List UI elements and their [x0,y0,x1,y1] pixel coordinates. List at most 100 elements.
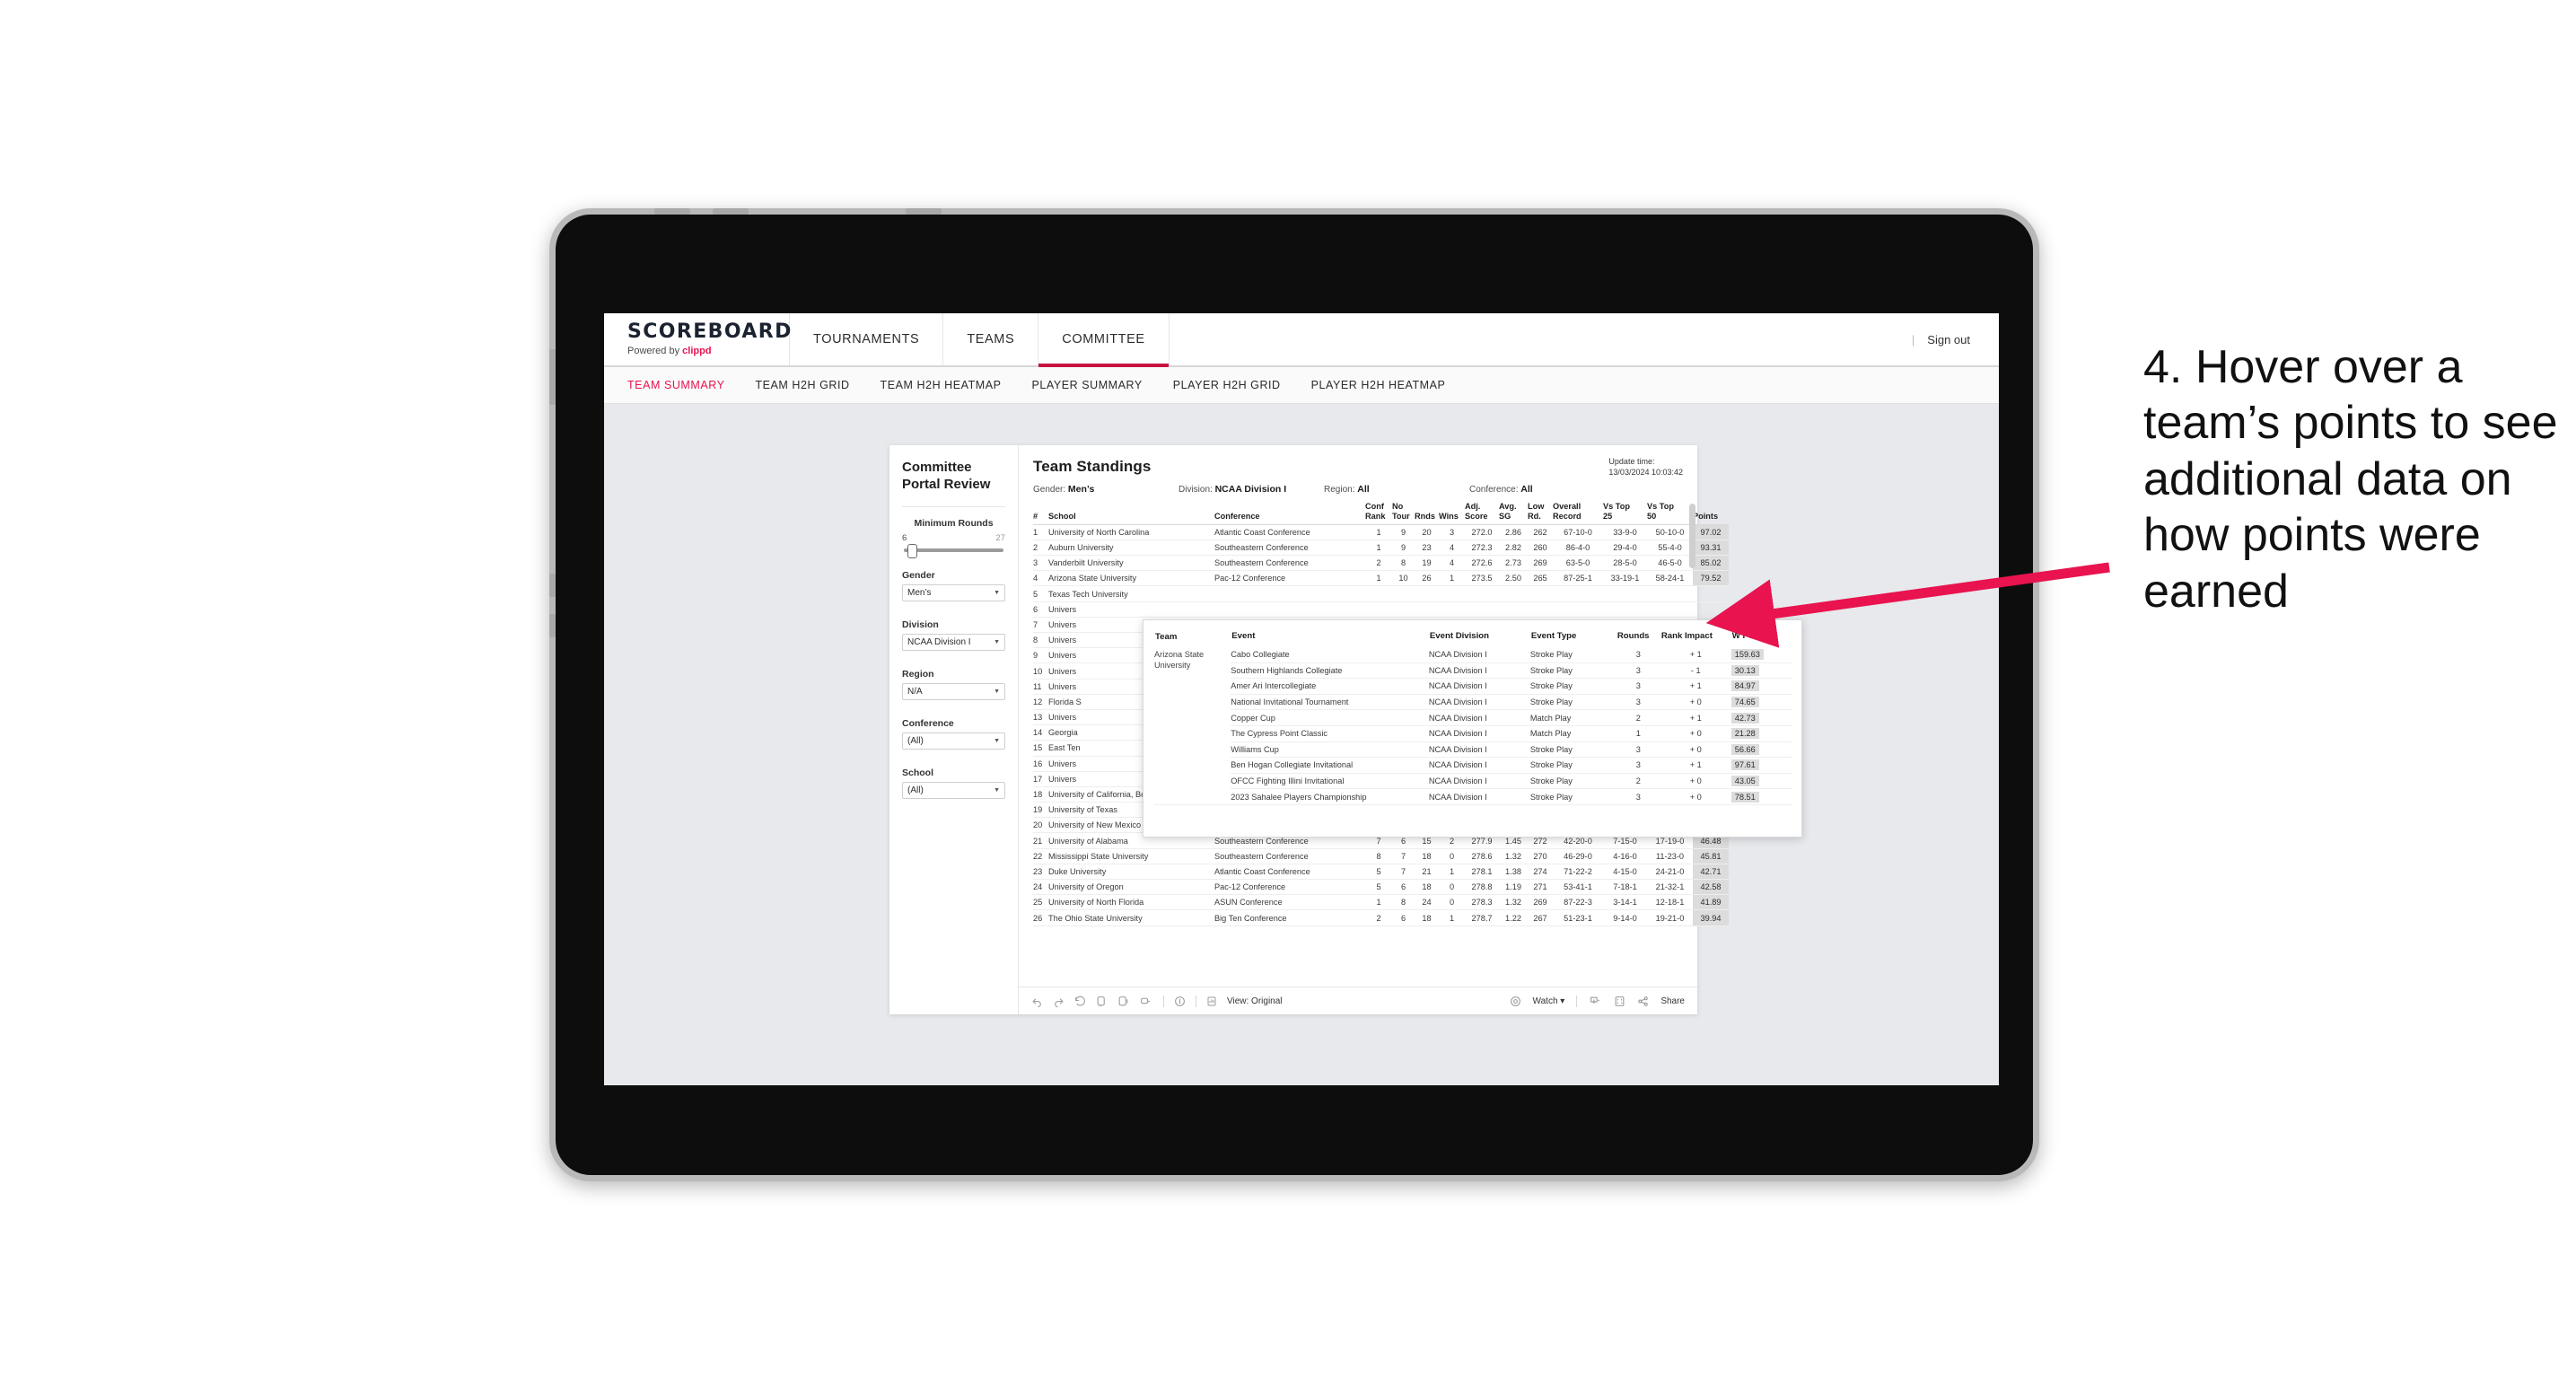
col-no-tour[interactable]: No Tour [1392,502,1415,524]
col-wins[interactable]: Wins [1439,502,1465,524]
watch-icon[interactable] [1510,996,1521,1007]
cell-low_rd: 269 [1528,894,1553,911]
cell-points[interactable]: 45.81 [1693,848,1729,864]
device-side-button-1 [549,349,556,405]
device-side-button-2 [549,574,556,597]
pause-updates-icon[interactable] [1117,996,1129,1007]
gender-select[interactable]: Men’s ▼ [902,583,1005,601]
col-rnds[interactable]: Rnds [1415,502,1439,524]
cell-overall: 51-23-1 [1553,909,1603,926]
tab-player-h2h-grid[interactable]: PLAYER H2H GRID [1173,379,1281,391]
school-select[interactable]: (All) ▼ [902,781,1005,799]
share-label[interactable]: Share [1660,996,1685,1006]
cell-points[interactable]: 93.31 [1693,539,1729,557]
table-row[interactable]: 25 University of North Florida ASUN Confer… [1033,894,1729,911]
table-row[interactable]: 22 Mississippi State University Southeaste… [1033,848,1729,864]
table-row[interactable]: 3 Vanderbilt University Southeastern Confe… [1033,555,1729,572]
tooltip-w-points-value: 74.65 [1730,697,1759,708]
cell-points[interactable]: 41.89 [1693,894,1729,911]
col-vs-top-25[interactable]: Vs Top 25 [1603,502,1647,524]
cell-t25: 28-5-0 [1603,555,1647,572]
tab-player-h2h-heatmap[interactable]: PLAYER H2H HEATMAP [1311,379,1446,391]
cell-no_tour [1392,601,1415,618]
cell-overall: 71-22-2 [1553,864,1603,881]
tooltip-cell-event: Ben Hogan Collegiate Invitational [1231,757,1429,774]
col-overall-record[interactable]: Overall Record [1553,502,1603,524]
cell-no_tour: 9 [1392,524,1415,540]
nav-item-teams[interactable]: TEAMS [943,313,1039,365]
col-conf-rank[interactable]: Conf Rank [1365,502,1392,524]
school-label: School [902,767,934,778]
cell-avg_sg: 2.82 [1499,539,1528,557]
view-label[interactable]: View: Original [1227,996,1283,1006]
download-icon[interactable] [1589,996,1602,1007]
table-row[interactable]: 2 Auburn University Southeastern Conferenc… [1033,539,1729,557]
cell-t25: 4-16-0 [1603,848,1647,864]
col-points[interactable]: Points [1693,502,1729,524]
nav-item-committee[interactable]: COMMITTEE [1038,313,1170,367]
tooltip-cell-rounds: 3 [1616,694,1660,711]
pause-icon[interactable] [1174,996,1186,1007]
col-school[interactable]: School [1048,502,1214,524]
table-row[interactable]: 4 Arizona State University Pac-12 Conferen… [1033,570,1729,587]
col-avg-sg[interactable]: Avg. SG [1499,502,1528,524]
cell-avg_sg: 1.19 [1499,879,1528,896]
tab-team-summary[interactable]: TEAM SUMMARY [627,379,724,391]
view-icon[interactable] [1206,996,1217,1007]
conference-select[interactable]: (All) ▼ [902,732,1005,750]
cell-avg_sg: 2.50 [1499,570,1528,587]
division-select[interactable]: NCAA Division I ▼ [902,633,1005,651]
redo-icon[interactable] [1053,996,1065,1007]
cell-points[interactable]: 39.94 [1693,909,1729,926]
share-icon[interactable] [1637,996,1649,1007]
col-vs-top-50[interactable]: Vs Top 50 [1647,502,1693,524]
fullscreen-icon[interactable] [1614,996,1625,1007]
watch-label[interactable]: Watch ▾ [1533,996,1565,1006]
table-scrollbar[interactable] [1689,504,1695,568]
table-row[interactable]: 6 Univers [1033,601,1729,618]
device-layout-icon[interactable] [1139,996,1153,1007]
region-select[interactable]: N/A ▼ [902,682,1005,700]
gender-filter: Gender Men’s ▼ [902,570,1005,601]
tooltip-cell-w_points: 42.73 [1730,709,1792,726]
table-row[interactable]: 24 University of Oregon Pac-12 Conference 5… [1033,879,1729,896]
undo-icon[interactable] [1031,996,1043,1007]
annotation-arrow [1705,562,2110,648]
cell-no_tour [1392,585,1415,602]
tooltip-cell-event: The Cypress Point Classic [1231,725,1429,742]
brand-logo[interactable]: SCOREBOARD Powered by clippd [604,313,791,365]
meta-gender-label: Gender: [1033,485,1066,495]
tt-col-rounds: Rounds [1617,630,1650,641]
table-row[interactable]: 1 University of North Carolina Atlantic Co… [1033,524,1729,540]
table-row[interactable]: 5 Texas Tech University [1033,585,1729,602]
col-conference[interactable]: Conference [1214,502,1365,524]
col-adj-score[interactable]: Adj. Score [1465,502,1499,524]
tooltip-row: The Cypress Point Classic NCAA Division I… [1154,725,1792,742]
cell-no_tour: 8 [1392,894,1415,911]
slider-handle[interactable] [907,543,918,558]
table-row[interactable]: 23 Duke University Atlantic Coast Conferen… [1033,864,1729,881]
tab-team-h2h-grid[interactable]: TEAM H2H GRID [755,379,849,391]
tab-team-h2h-heatmap[interactable]: TEAM H2H HEATMAP [881,379,1002,391]
table-row[interactable]: 26 The Ohio State University Big Ten Confe… [1033,909,1729,926]
slider-track[interactable] [904,543,1003,558]
cell-rnds [1415,585,1439,602]
cell-points[interactable]: 42.58 [1693,879,1729,896]
col-rank[interactable]: # [1033,502,1048,524]
cell-rank: 9 [1033,647,1048,664]
sign-out-link[interactable]: Sign out [1927,333,1970,346]
cell-avg_sg [1499,585,1528,602]
tab-player-summary[interactable]: PLAYER SUMMARY [1032,379,1143,391]
nav-item-tournaments[interactable]: TOURNAMENTS [790,313,944,365]
cell-conf_rank: 1 [1365,539,1392,557]
sub-tabs: TEAM SUMMARY TEAM H2H GRID TEAM H2H HEAT… [604,367,1999,404]
cell-adj_score [1465,585,1499,602]
cell-rank: 17 [1033,771,1048,787]
conference-value: (All) [907,735,924,746]
cell-points[interactable]: 42.71 [1693,864,1729,881]
col-low-rd[interactable]: Low Rd. [1528,502,1553,524]
revert-icon[interactable] [1074,996,1086,1007]
cell-points[interactable]: 97.02 [1693,524,1729,540]
tooltip-row: Williams Cup NCAA Division I Stroke Play 3 +… [1154,741,1792,759]
refresh-icon[interactable] [1096,996,1108,1007]
